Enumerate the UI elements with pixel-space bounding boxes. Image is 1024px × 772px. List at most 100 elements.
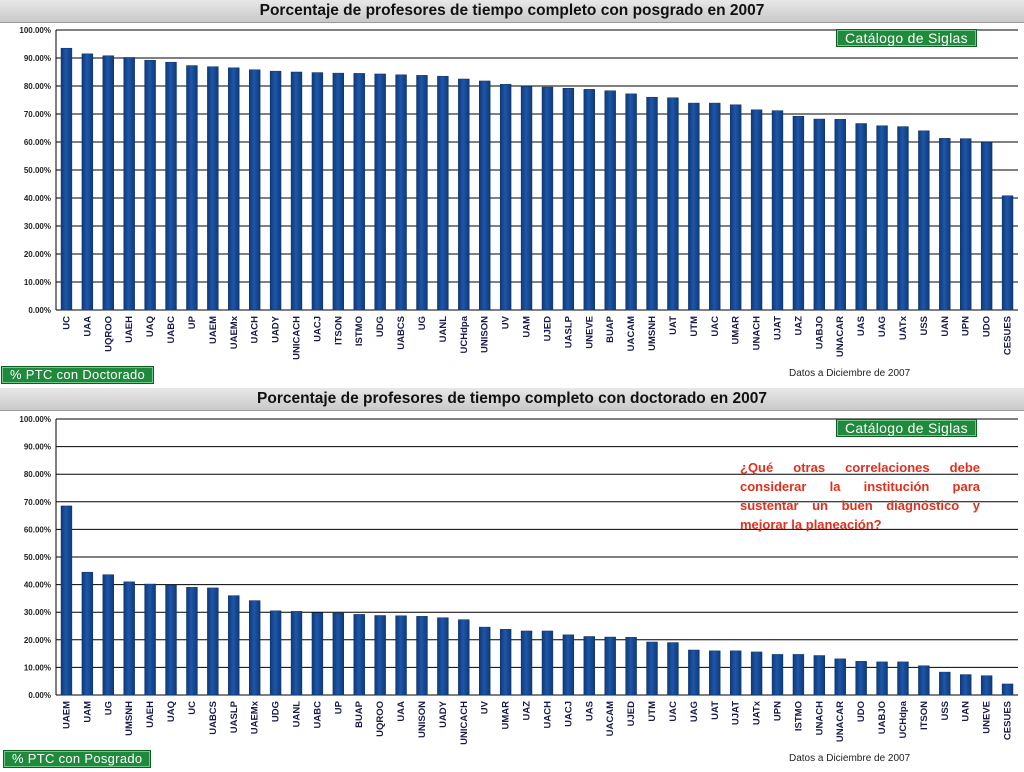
- question-text: ¿Qué otras correlaciones debe considerar…: [740, 460, 980, 532]
- bar-unach: [813, 655, 826, 696]
- bar-uaq: [165, 584, 177, 696]
- x-tick-label: UJAT: [731, 701, 742, 725]
- x-tick-label: ITSON: [333, 316, 344, 345]
- x-tick-label: UPN: [961, 316, 972, 336]
- bar-buap: [604, 90, 616, 311]
- x-tick-label: UAN: [961, 701, 972, 722]
- x-tick-label: UANL: [438, 316, 449, 343]
- bar-cesues: [1001, 195, 1014, 311]
- x-tick-label: UABJO: [877, 701, 888, 734]
- x-tick-label: UDO: [856, 701, 867, 722]
- bar-unicach: [458, 619, 470, 696]
- y-tick-label: 90.00%: [24, 443, 51, 452]
- x-tick-label: UAEM: [61, 701, 72, 729]
- x-tick-label: UNACAR: [835, 701, 846, 742]
- x-tick-label: UACAM: [605, 701, 616, 736]
- x-tick-label: UJAT: [773, 316, 784, 340]
- bar-itson: [332, 72, 345, 311]
- x-tick-label: UAA: [82, 316, 93, 337]
- x-tick-label: UACJ: [312, 316, 323, 342]
- top-chart-svg: 0.00% 10.00% 20.00% 30.00% 40.00% 50.00% 60.00…: [19, 26, 1018, 360]
- bar-uss: [939, 671, 951, 696]
- bar-uag: [876, 125, 888, 311]
- x-tick-label: UG: [417, 316, 428, 330]
- bar-umsnh: [123, 581, 135, 696]
- y-tick-label: 40.00%: [24, 194, 51, 203]
- bar-unison: [416, 616, 428, 696]
- bar-ug: [102, 574, 114, 696]
- x-tick-label: CESUES: [1003, 701, 1014, 740]
- bar-uabjo: [876, 661, 888, 696]
- catalog-button-top[interactable]: Catálogo de Siglas: [836, 29, 977, 47]
- x-tick-label: UAA: [396, 701, 407, 722]
- bar-uan: [960, 674, 972, 696]
- bar-umar: [499, 629, 512, 696]
- x-tick-label: UABC: [166, 316, 177, 344]
- x-tick-label: UAZ: [522, 701, 533, 721]
- x-tick-label: UQROO: [103, 316, 114, 352]
- bar-uanl: [290, 611, 303, 696]
- x-tick-label: UAZ: [793, 316, 804, 336]
- y-tick-label: 60.00%: [24, 138, 51, 147]
- catalog-button-bottom[interactable]: Catálogo de Siglas: [836, 419, 977, 437]
- y-tick-label: 50.00%: [24, 553, 51, 562]
- bar-ujat: [771, 110, 784, 311]
- x-tick-label: UAEH: [145, 701, 156, 728]
- bar-uaeh: [144, 583, 156, 696]
- bar-ujed: [625, 637, 637, 696]
- x-tick-label: UNACH: [752, 316, 763, 350]
- y-tick-label: 80.00%: [24, 470, 51, 479]
- bottom-footnote: Datos a Diciembre de 2007: [789, 753, 911, 764]
- bar-up: [332, 612, 345, 696]
- x-tick-label: USS: [919, 316, 930, 336]
- x-tick-label: UAC: [710, 316, 721, 337]
- top-chart-panel: Porcentaje de profesores de tiempo compl…: [0, 0, 1024, 384]
- x-tick-label: UADY: [271, 315, 282, 343]
- x-tick-label: UAQ: [145, 316, 156, 337]
- bar-uacam: [625, 93, 637, 311]
- ptc-doctorado-button[interactable]: % PTC con Doctorado: [1, 366, 155, 384]
- bar-uaemx: [228, 67, 240, 311]
- y-tick-label: 60.00%: [24, 525, 51, 534]
- x-tick-label: UAQ: [166, 701, 177, 722]
- bottom-chart-panel: Porcentaje de profesores de tiempo compl…: [0, 388, 1024, 772]
- bar-uat: [709, 650, 721, 696]
- bar-uatx: [750, 651, 763, 696]
- bar-uchdpa: [897, 661, 909, 696]
- bar-istmo: [792, 654, 805, 696]
- ptc-posgrado-button[interactable]: % PTC con Posgrado: [3, 750, 152, 768]
- x-tick-label: UV: [480, 700, 491, 714]
- bar-uc: [60, 47, 73, 311]
- bar-uam: [520, 86, 533, 311]
- bar-istmo: [353, 73, 365, 311]
- x-tick-label: UACH: [250, 316, 261, 344]
- bar-uady: [269, 70, 282, 311]
- bar-upn: [960, 138, 972, 311]
- x-tick-label: UMAR: [501, 701, 512, 730]
- bar-ug: [416, 75, 428, 311]
- y-tick-label: 50.00%: [24, 166, 51, 175]
- bar-uaq: [144, 59, 156, 311]
- x-tick-label: UJED: [626, 701, 637, 726]
- bar-ujed: [541, 86, 554, 311]
- bar-umsnh: [646, 96, 658, 311]
- x-tick-label: ITSON: [919, 701, 930, 730]
- y-tick-label: 70.00%: [24, 498, 51, 507]
- y-tick-label: 10.00%: [24, 663, 51, 672]
- y-tick-label: 40.00%: [24, 581, 51, 590]
- y-tick-label: 0.00%: [28, 306, 51, 315]
- bar-udo: [980, 142, 993, 311]
- x-tick-label: UNICACH: [459, 701, 470, 745]
- bar-uac: [709, 102, 721, 311]
- x-tick-label: UC: [61, 316, 72, 330]
- x-tick-label: ISTMO: [793, 701, 804, 731]
- x-tick-label: UMSNH: [124, 701, 135, 736]
- x-tick-label: UNACAR: [835, 316, 846, 357]
- bar-ujat: [729, 650, 742, 696]
- x-tick-label: UAS: [584, 701, 595, 721]
- bar-buap: [353, 614, 365, 696]
- x-tick-label: UAT: [710, 701, 721, 720]
- bar-uaeh: [123, 57, 135, 311]
- bar-uady: [437, 617, 449, 696]
- bar-udo: [855, 661, 867, 696]
